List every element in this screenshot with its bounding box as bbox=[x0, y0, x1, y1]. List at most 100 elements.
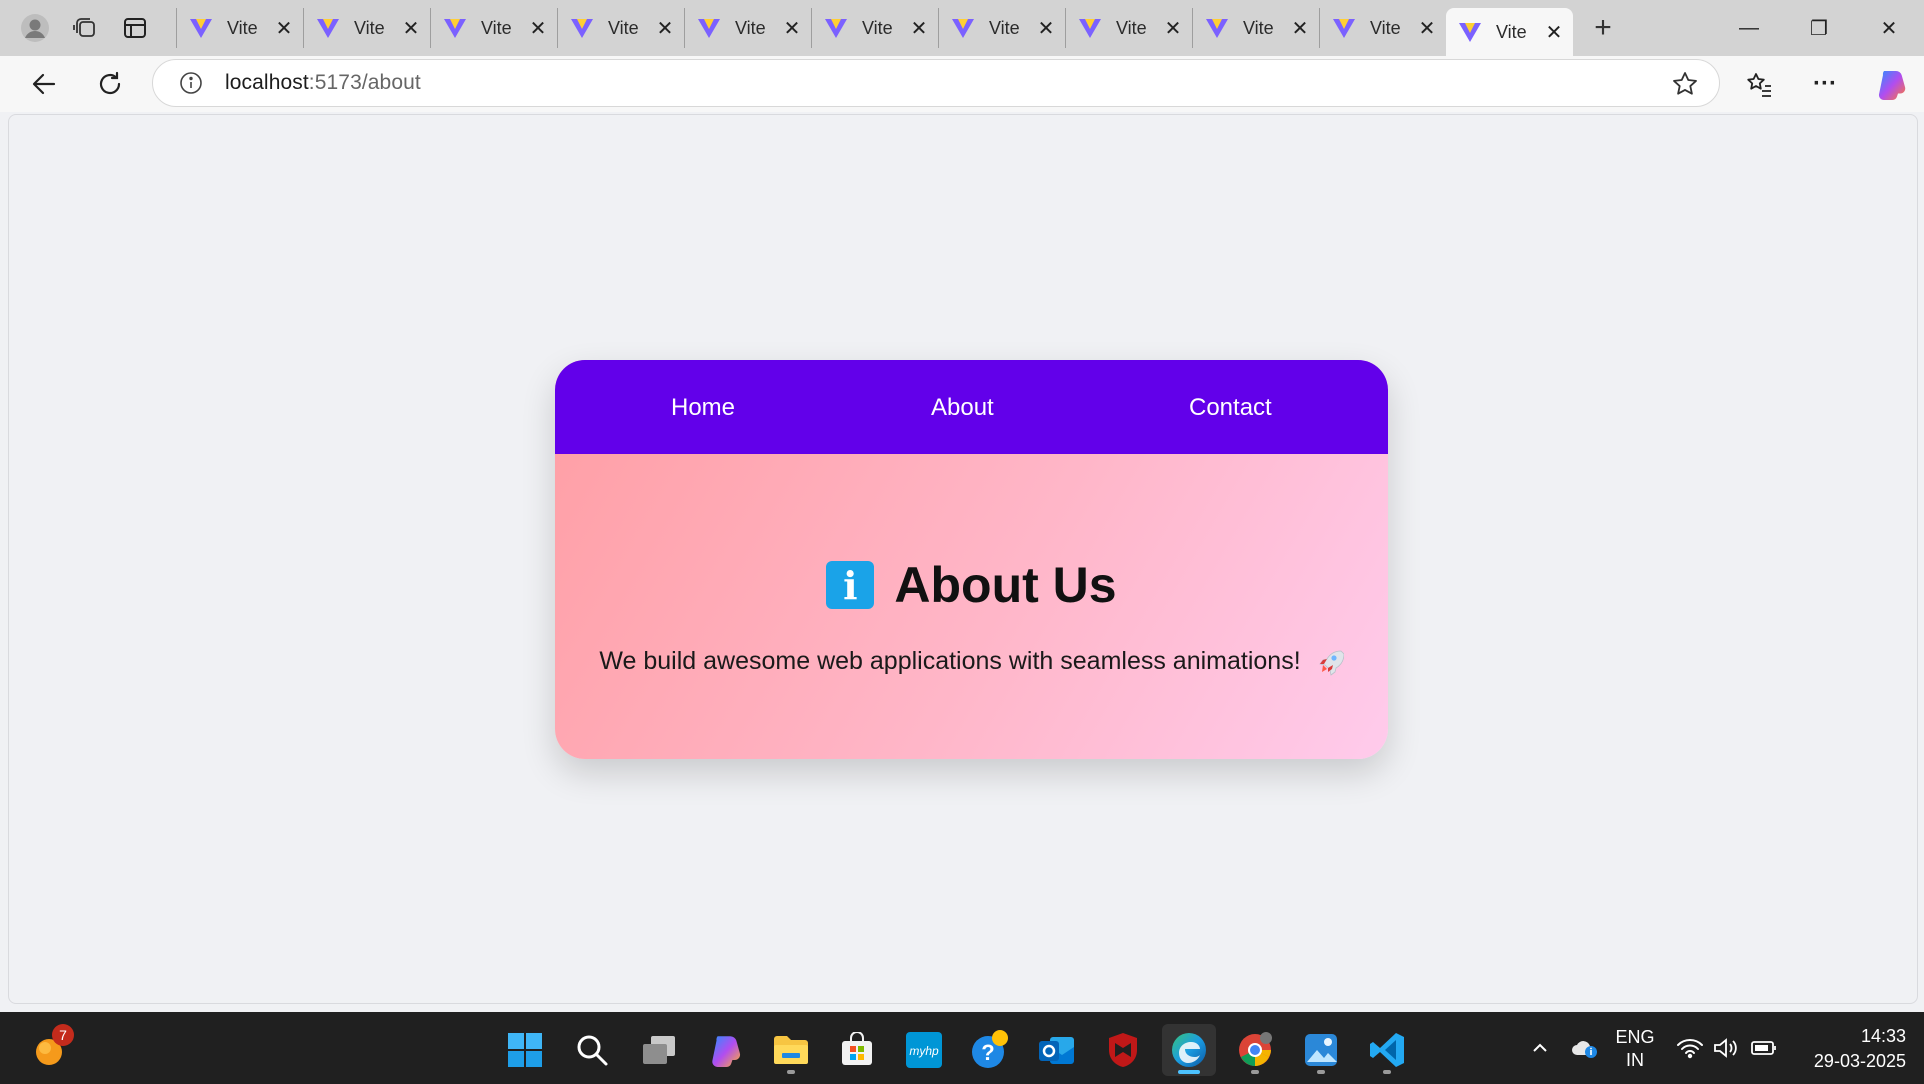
tab-close-icon[interactable]: ✕ bbox=[273, 17, 295, 40]
nav-link-about[interactable]: About bbox=[931, 394, 994, 422]
info-icon: i bbox=[826, 561, 875, 609]
new-tab-button[interactable]: + bbox=[1579, 8, 1627, 48]
browser-tab[interactable]: Vite ✕ bbox=[557, 8, 684, 48]
system-clock[interactable]: 14:33 29-03-2025 bbox=[1814, 1024, 1906, 1074]
edge-button[interactable] bbox=[1162, 1024, 1216, 1076]
microsoft-store-button[interactable] bbox=[830, 1024, 884, 1076]
vite-favicon-icon bbox=[571, 19, 593, 38]
wifi-icon bbox=[1677, 1039, 1703, 1059]
browser-tab[interactable]: Vite ✕ bbox=[176, 8, 303, 48]
tab-close-icon[interactable]: ✕ bbox=[1289, 17, 1311, 40]
about-description: We build awesome web applications with s… bbox=[555, 647, 1388, 677]
favorites-list-icon bbox=[1747, 73, 1771, 97]
browser-tab[interactable]: Vite ✕ bbox=[684, 8, 811, 48]
language-code: ENG bbox=[1615, 1027, 1655, 1047]
copilot-app-icon bbox=[712, 1036, 741, 1067]
browser-tab[interactable]: Vite ✕ bbox=[938, 8, 1065, 48]
back-button[interactable] bbox=[18, 62, 70, 106]
chrome-button[interactable] bbox=[1228, 1024, 1282, 1076]
input-language-indicator[interactable]: ENG IN bbox=[1612, 1026, 1658, 1072]
tab-title: Vite bbox=[608, 17, 639, 38]
info-circle-icon bbox=[180, 72, 202, 94]
start-button[interactable] bbox=[498, 1024, 552, 1076]
widgets-button[interactable]: 7 bbox=[22, 1024, 76, 1076]
clock-date: 29-03-2025 bbox=[1813, 1051, 1906, 1071]
browser-tab-active[interactable]: Vite ✕ bbox=[1446, 8, 1573, 56]
mcafee-button[interactable] bbox=[1096, 1024, 1150, 1076]
outlook-icon bbox=[1039, 1037, 1074, 1064]
quick-settings[interactable] bbox=[1676, 1012, 1778, 1084]
file-explorer-button[interactable] bbox=[764, 1024, 818, 1076]
browser-toolbar: localhost:5173/about ··· bbox=[0, 56, 1924, 112]
vite-favicon-icon bbox=[825, 19, 847, 38]
tab-close-icon[interactable]: ✕ bbox=[1543, 21, 1565, 44]
tab-close-icon[interactable]: ✕ bbox=[908, 17, 930, 40]
vite-favicon-icon bbox=[1206, 19, 1228, 38]
outlook-button[interactable] bbox=[1030, 1024, 1084, 1076]
vertical-tabs-button[interactable] bbox=[112, 8, 158, 48]
search-button[interactable] bbox=[565, 1024, 619, 1076]
settings-more-button[interactable]: ··· bbox=[1792, 56, 1858, 112]
browser-tab[interactable]: Vite ✕ bbox=[1192, 8, 1319, 48]
site-info-button[interactable] bbox=[165, 59, 217, 107]
favorite-star-icon[interactable] bbox=[1671, 70, 1699, 98]
rocket-icon bbox=[1318, 650, 1344, 677]
tab-title: Vite bbox=[989, 17, 1020, 38]
page-viewport: Home About Contact i About Us We build a… bbox=[8, 114, 1918, 1004]
browser-tab[interactable]: Vite ✕ bbox=[1319, 8, 1446, 48]
address-bar[interactable]: localhost:5173/about bbox=[152, 59, 1720, 107]
favorites-button[interactable] bbox=[1726, 56, 1792, 112]
nav-link-home[interactable]: Home bbox=[671, 394, 735, 422]
tab-close-icon[interactable]: ✕ bbox=[654, 17, 676, 40]
close-window-button[interactable]: ✕ bbox=[1854, 0, 1924, 56]
vscode-icon bbox=[1370, 1033, 1404, 1067]
show-hidden-icons-chevron-icon[interactable] bbox=[1520, 1039, 1560, 1057]
region-code: IN bbox=[1626, 1050, 1644, 1070]
tab-close-icon[interactable]: ✕ bbox=[781, 17, 803, 40]
onedrive-status-icon[interactable] bbox=[1560, 1037, 1608, 1059]
browser-tab[interactable]: Vite ✕ bbox=[303, 8, 430, 48]
myhp-icon: myhp bbox=[906, 1032, 942, 1068]
tab-close-icon[interactable]: ✕ bbox=[527, 17, 549, 40]
tab-close-icon[interactable]: ✕ bbox=[1035, 17, 1057, 40]
url-text[interactable]: localhost:5173/about bbox=[225, 71, 421, 95]
photos-icon bbox=[1305, 1034, 1337, 1066]
vscode-button[interactable] bbox=[1360, 1024, 1414, 1076]
vite-favicon-icon bbox=[190, 19, 212, 38]
tab-close-icon[interactable]: ✕ bbox=[1416, 17, 1438, 40]
help-icon: ? bbox=[972, 1030, 1008, 1068]
copilot-button[interactable] bbox=[1858, 56, 1924, 112]
page-title-text: About Us bbox=[894, 557, 1117, 613]
browser-tab[interactable]: Vite ✕ bbox=[430, 8, 557, 48]
tab-close-icon[interactable]: ✕ bbox=[1162, 17, 1184, 40]
task-view-button[interactable] bbox=[632, 1024, 686, 1076]
url-path: :5173/about bbox=[308, 71, 421, 94]
restore-button[interactable]: ❐ bbox=[1784, 0, 1854, 56]
windows-taskbar: 7 myhp ? ENG IN 14:33 29-03-2025 bbox=[0, 1012, 1924, 1084]
running-indicator bbox=[1383, 1070, 1391, 1074]
myhp-button[interactable]: myhp bbox=[897, 1024, 951, 1076]
chrome-icon bbox=[1239, 1032, 1272, 1066]
copilot-taskbar-button[interactable] bbox=[698, 1024, 752, 1076]
tab-close-icon[interactable]: ✕ bbox=[400, 17, 422, 40]
browser-tab[interactable]: Vite ✕ bbox=[811, 8, 938, 48]
profile-button[interactable] bbox=[12, 8, 58, 48]
search-icon bbox=[577, 1035, 608, 1066]
refresh-button[interactable] bbox=[84, 62, 136, 106]
tab-title: Vite bbox=[1243, 17, 1274, 38]
nav-link-contact[interactable]: Contact bbox=[1189, 394, 1272, 422]
workspaces-button[interactable] bbox=[62, 8, 108, 48]
tab-title: Vite bbox=[862, 17, 893, 38]
photos-button[interactable] bbox=[1294, 1024, 1348, 1076]
running-indicator bbox=[1251, 1070, 1259, 1074]
notification-badge: 7 bbox=[52, 1024, 74, 1046]
get-help-button[interactable]: ? bbox=[963, 1024, 1017, 1076]
about-description-text: We build awesome web applications with s… bbox=[599, 647, 1301, 675]
minimize-button[interactable]: — bbox=[1714, 0, 1784, 56]
browser-tab[interactable]: Vite ✕ bbox=[1065, 8, 1192, 48]
system-tray bbox=[1520, 1012, 1608, 1084]
tab-strip: Vite ✕ Vite ✕ Vite ✕ Vite ✕ Vite ✕ Vite … bbox=[0, 0, 1924, 56]
windows-start-icon bbox=[508, 1033, 542, 1067]
vite-favicon-icon bbox=[952, 19, 974, 38]
toolbar-right: ··· bbox=[1726, 56, 1924, 112]
